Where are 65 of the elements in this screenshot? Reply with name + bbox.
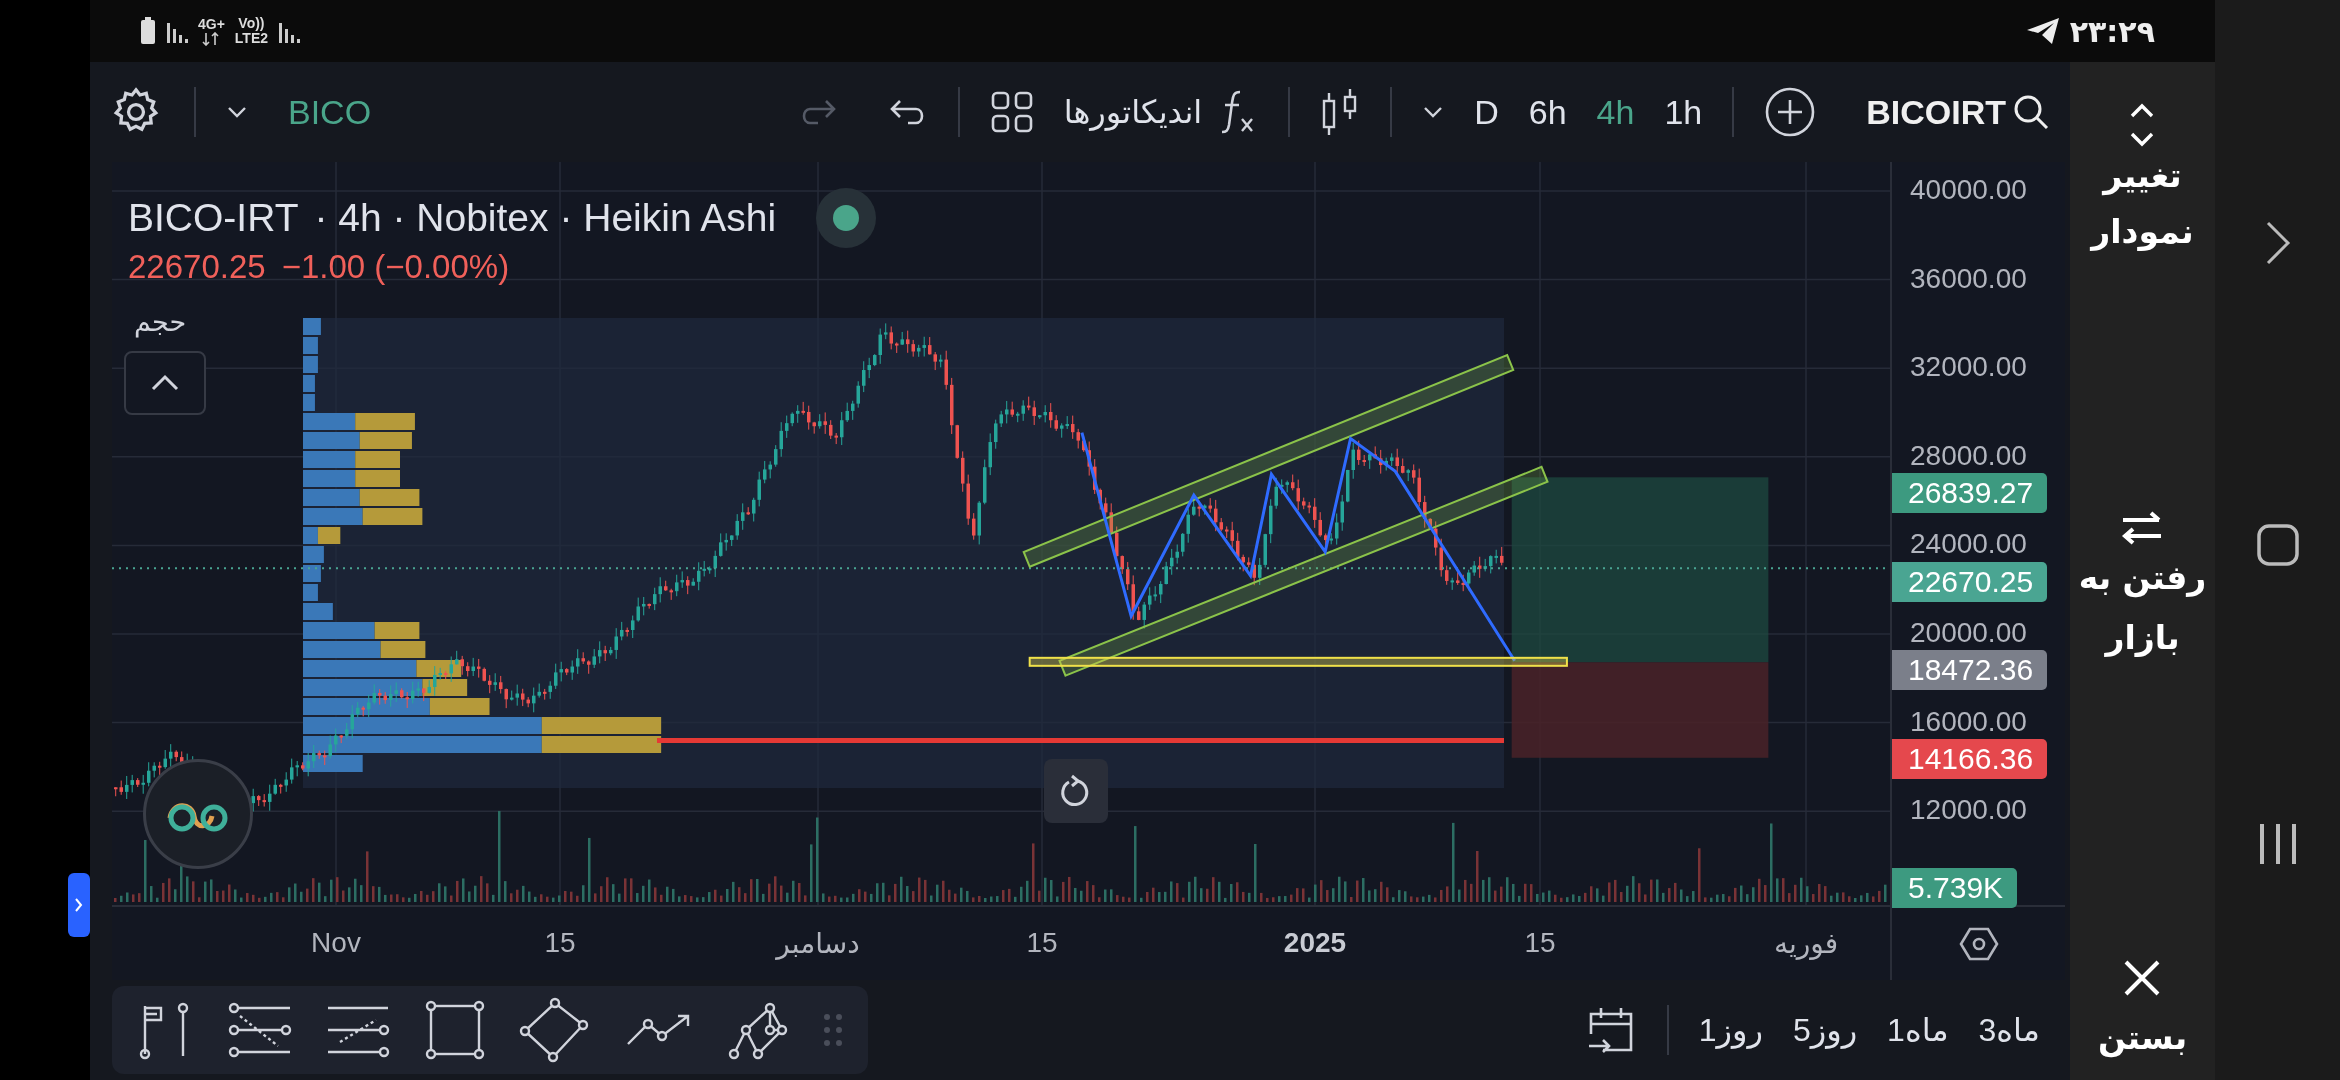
- lines-icon[interactable]: [227, 1002, 292, 1058]
- indicators-button[interactable]: اندیکاتورها: [1063, 89, 1259, 135]
- time-tick: 15: [1025, 927, 1059, 959]
- switch-chart-label[interactable]: تغییر: [2103, 148, 2182, 204]
- collapse-button[interactable]: [124, 351, 206, 415]
- chevron-down-icon[interactable]: [1422, 105, 1445, 119]
- chevron-up-icon: [150, 374, 180, 392]
- range-button[interactable]: 1ماه: [1887, 1011, 1949, 1049]
- interval-tab[interactable]: 6h: [1528, 92, 1567, 132]
- panel-handle[interactable]: [68, 873, 90, 937]
- rotated-rectangle-icon[interactable]: [519, 997, 590, 1063]
- price-tick: 40000.00: [1910, 175, 2027, 205]
- battery-icon: [140, 17, 156, 45]
- go-to-market-label[interactable]: بازار: [2105, 610, 2180, 666]
- rectangle-icon[interactable]: [424, 1000, 485, 1060]
- price-label: 26839.27: [1892, 473, 2048, 513]
- add-circle-icon[interactable]: [1764, 86, 1817, 138]
- network-type: LTE2: [234, 31, 269, 46]
- range-button[interactable]: 5روز: [1792, 1011, 1858, 1049]
- range-button[interactable]: 3ماه: [1978, 1011, 2040, 1049]
- interval-tab[interactable]: 4h: [1596, 92, 1635, 132]
- interval-tab[interactable]: 1h: [1664, 92, 1703, 132]
- price-tick: 36000.00: [1910, 263, 2027, 294]
- search-icon: [2012, 93, 2050, 131]
- grid-icon[interactable]: [989, 90, 1034, 134]
- volume-label: حجم: [134, 306, 187, 337]
- price-tick: 12000.00: [1910, 795, 2027, 826]
- network-type: 4G+: [198, 16, 225, 32]
- interval-tab[interactable]: D: [1474, 92, 1499, 132]
- settings-hexagon-icon[interactable]: [1958, 925, 1999, 962]
- drag-handle-icon[interactable]: [822, 1013, 843, 1047]
- price-label: 14166.36: [1892, 739, 2048, 779]
- clock-time: ۲۳:۲۹: [2069, 13, 2155, 49]
- time-tick: 2025: [1282, 927, 1348, 959]
- price-label: 5.739K: [1892, 868, 2018, 908]
- pattern-icon[interactable]: [728, 1000, 789, 1060]
- last-price: 22670.25: [128, 248, 266, 286]
- go-to-market-label[interactable]: رفتن به: [2078, 550, 2207, 606]
- recent-apps-icon[interactable]: [2257, 822, 2298, 866]
- data-arrows-icon: [202, 31, 221, 46]
- range-button[interactable]: 1روز: [1698, 1011, 1763, 1049]
- price-label: 18472.36: [1892, 650, 2048, 690]
- time-tick: 15: [543, 927, 577, 959]
- symbol-search-button[interactable]: BICOIRT: [1866, 92, 2050, 132]
- time-tick: دسامبر: [774, 927, 861, 960]
- time-tick: Nov: [310, 927, 362, 959]
- symbol-short-label[interactable]: BICO: [288, 92, 372, 132]
- close-label[interactable]: بستن: [2097, 1010, 2188, 1066]
- symbol-title: BICO-IRT: [128, 196, 299, 240]
- price-tick: 28000.00: [1910, 440, 2027, 471]
- chevron-down-icon[interactable]: [226, 105, 248, 119]
- symbol-details: · 4h · Nobitex · Heikin Ashi: [314, 196, 777, 240]
- reset-button[interactable]: [1044, 759, 1108, 823]
- price-tick: 20000.00: [1910, 618, 2027, 648]
- home-icon[interactable]: [2255, 523, 2300, 567]
- price-change: −1.00 (−0.00%): [281, 248, 510, 286]
- price-label: 22670.25: [1892, 562, 2048, 602]
- volte-label: Vo)): [238, 16, 265, 31]
- paper-plane-icon: [2025, 17, 2060, 45]
- price-tick: 16000.00: [1910, 706, 2027, 737]
- switch-chart-label[interactable]: نمودار: [2091, 204, 2194, 260]
- time-tick: فوریه: [1772, 927, 1840, 960]
- price-tick: 32000.00: [1910, 352, 2027, 383]
- price-tick: 24000.00: [1910, 529, 2027, 560]
- time-tick: 15: [1523, 927, 1557, 959]
